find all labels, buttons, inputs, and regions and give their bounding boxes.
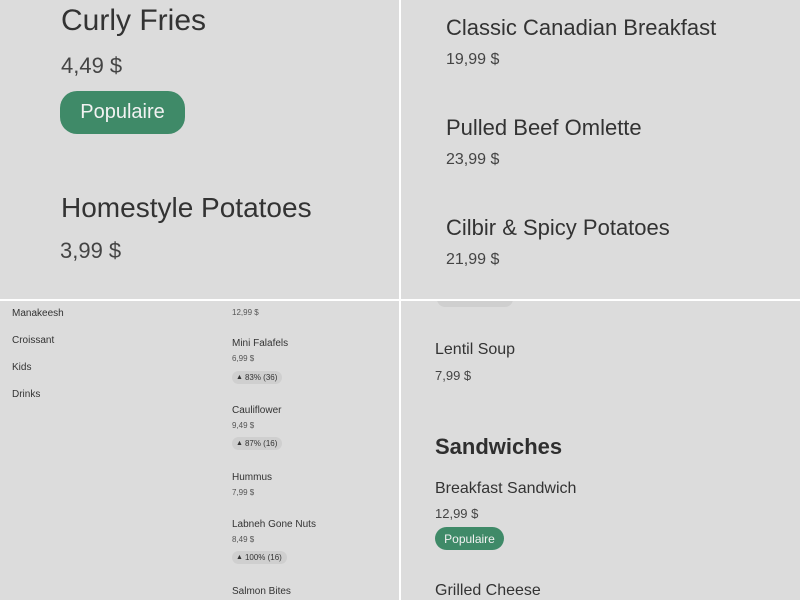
- rating-badge: ▲ 100% (16): [232, 551, 287, 564]
- zoom-panel-bottom-right: Lentil Soup 7,99 $ Sandwiches Breakfast …: [401, 301, 800, 600]
- thumbs-up-icon: ▲: [236, 554, 243, 561]
- rating-badge: ▲ 83% (36): [232, 371, 283, 384]
- menu-item-name[interactable]: Pulled Beef Omlette: [446, 115, 642, 141]
- menu-item-price: 7,99 $: [232, 488, 255, 497]
- menu-item-price: 12,99 $: [232, 308, 259, 317]
- category-link-kids[interactable]: Kids: [12, 362, 31, 373]
- menu-item-price: 12,99 $: [435, 506, 479, 521]
- menu-item-price: 4,49 $: [61, 53, 123, 78]
- category-link-manakeesh[interactable]: Manakeesh: [12, 308, 64, 319]
- zoom-panel-top-right: Classic Canadian Breakfast 19,99 $ Pulle…: [401, 0, 800, 299]
- category-link-croissant[interactable]: Croissant: [12, 335, 54, 346]
- popular-badge: Populaire: [435, 527, 504, 550]
- thumbs-up-icon: ▲: [236, 374, 243, 381]
- menu-item-name[interactable]: Hummus: [232, 472, 272, 483]
- rating-text: 83% (36): [244, 373, 278, 382]
- menu-item-name[interactable]: Curly Fries: [61, 4, 206, 38]
- rating-text: 100% (16): [244, 553, 282, 562]
- category-link-drinks[interactable]: Drinks: [12, 389, 40, 400]
- menu-item-name[interactable]: Mini Falafels: [232, 338, 288, 349]
- menu-item-price: 6,99 $: [232, 354, 255, 363]
- rating-badge: ▲ 87% (16): [232, 437, 283, 450]
- menu-item-name[interactable]: Lentil Soup: [435, 341, 515, 359]
- rating-text: 87% (16): [244, 439, 278, 448]
- menu-item-price: 8,49 $: [232, 535, 255, 544]
- rating-badge-cut-off: [437, 301, 513, 307]
- popular-badge: Populaire: [60, 91, 185, 134]
- menu-item-name[interactable]: Grilled Cheese: [435, 582, 541, 600]
- menu-overview-panel: Manakeesh Croissant Kids Drinks 12,99 $ …: [0, 301, 399, 600]
- menu-item-price: 7,99 $: [435, 368, 472, 383]
- menu-item-name[interactable]: Breakfast Sandwich: [435, 480, 576, 498]
- menu-item-name[interactable]: Labneh Gone Nuts: [232, 519, 316, 530]
- menu-item-price: 21,99 $: [446, 251, 500, 268]
- menu-item-price: 9,49 $: [232, 421, 255, 430]
- menu-item-name[interactable]: Cilbir & Spicy Potatoes: [446, 215, 670, 241]
- section-heading: Sandwiches: [435, 434, 563, 459]
- menu-item-price: 19,99 $: [446, 51, 500, 68]
- menu-item-name[interactable]: Homestyle Potatoes: [61, 192, 312, 224]
- zoom-panel-top-left: Curly Fries 4,49 $ Populaire Homestyle P…: [0, 0, 399, 299]
- menu-item-name[interactable]: Salmon Bites: [232, 586, 291, 597]
- thumbs-up-icon: ▲: [236, 440, 243, 447]
- menu-item-name[interactable]: Classic Canadian Breakfast: [446, 15, 716, 41]
- menu-item-price: 3,99 $: [60, 238, 122, 263]
- menu-item-price: 23,99 $: [446, 151, 500, 168]
- menu-item-name[interactable]: Cauliflower: [232, 405, 281, 416]
